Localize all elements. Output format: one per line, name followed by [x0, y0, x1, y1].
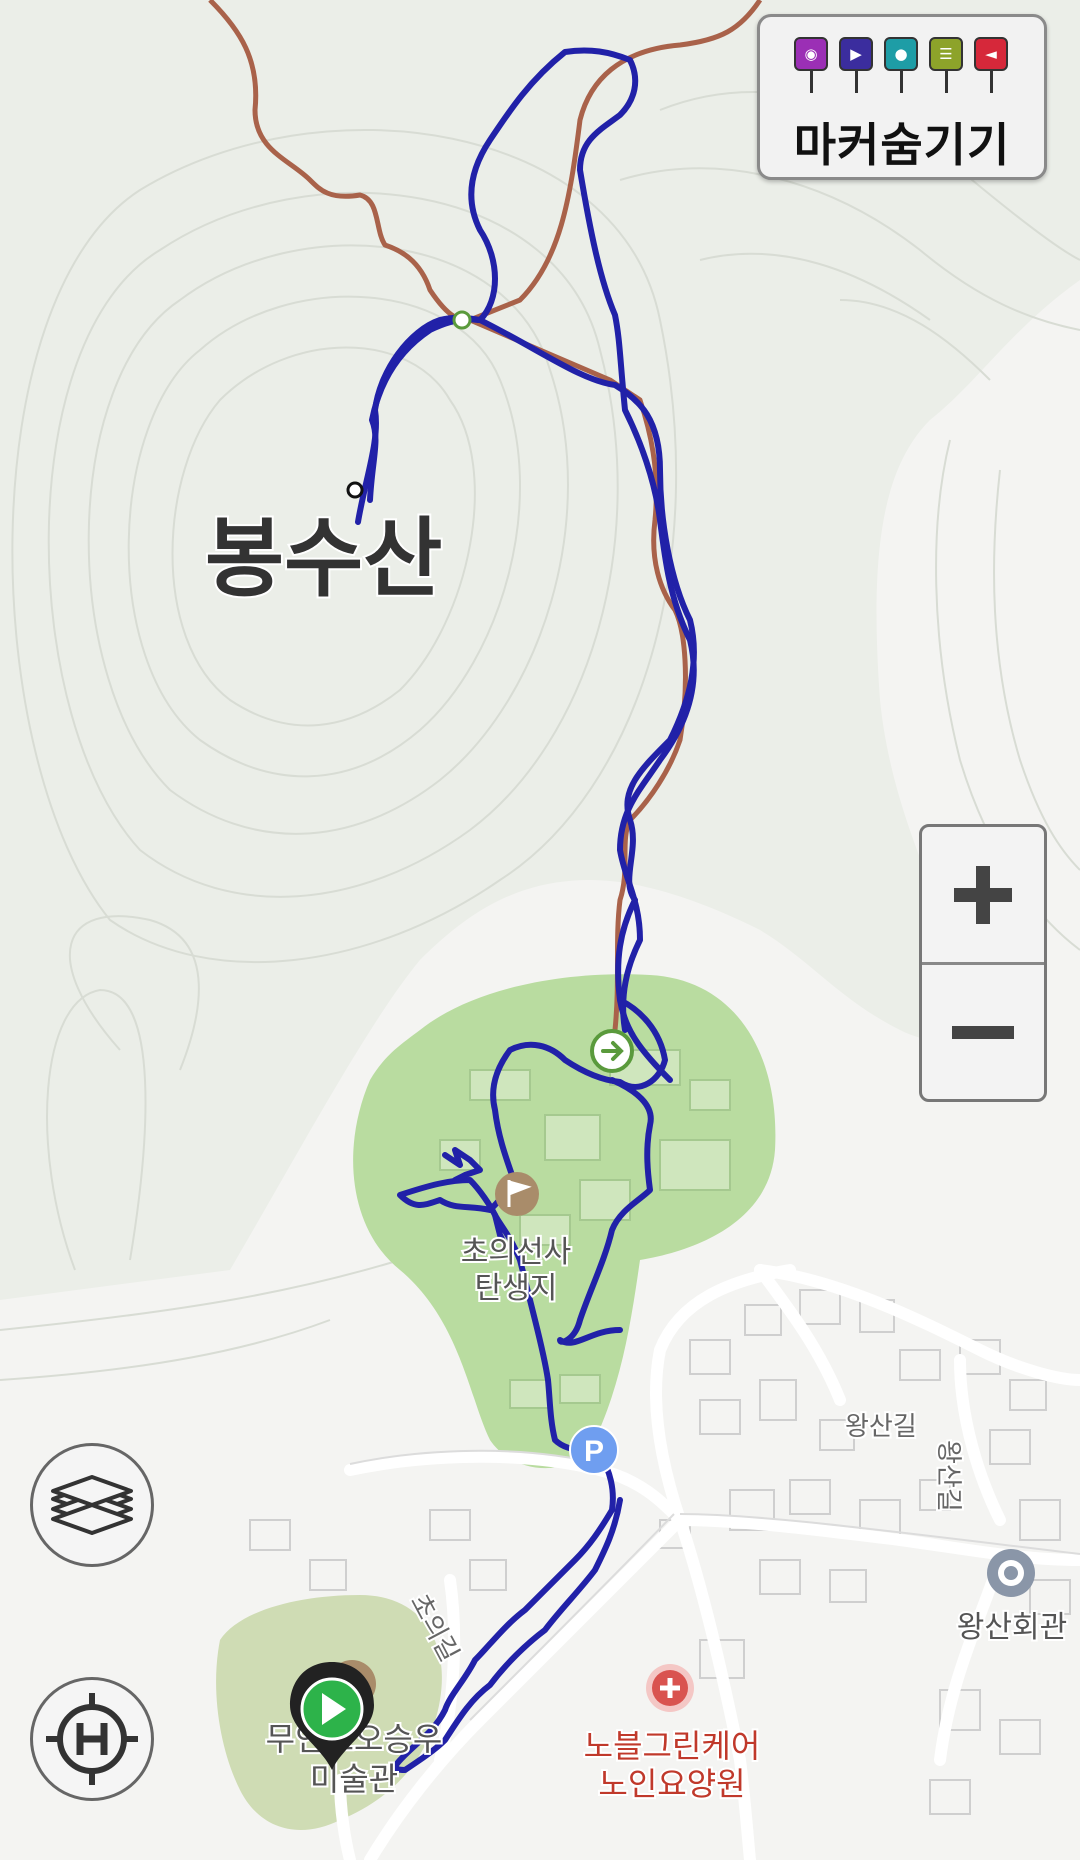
birthplace-label-line2: 탄생지 — [475, 1272, 558, 1305]
road-label-wangsan-gil-vertical: 왕산길 — [934, 1440, 964, 1512]
trail-map[interactable]: 봉수산 초의선사 탄생지 P 왕산길 왕산길 초의길 왕산회관 노블그린케어 노… — [0, 0, 1080, 1860]
home-location-button[interactable] — [30, 1677, 154, 1801]
community-hall-icon[interactable] — [987, 1549, 1035, 1597]
marker-hide-label: 마커숨기기 — [793, 119, 1011, 171]
zoom-out-button[interactable] — [922, 965, 1044, 1099]
birthplace-poi-icon[interactable] — [495, 1172, 539, 1216]
marker-hide-button[interactable]: ◉ ▶ ● ☰ ◄ 마커숨기기 — [757, 14, 1047, 180]
nursing-home-label-line2: 노인요양원 — [598, 1766, 745, 1802]
community-hall-label: 왕산회관 — [957, 1611, 1067, 1644]
peak-label: 봉수산 — [205, 511, 442, 607]
note-icon: ☰ — [929, 37, 963, 93]
plus-icon — [954, 865, 1012, 924]
microphone-icon: ● — [884, 37, 918, 93]
parking-label: P — [584, 1435, 604, 1468]
layers-icon — [51, 1475, 133, 1535]
flag-icon: ◄ — [974, 37, 1008, 93]
summit-point — [346, 481, 364, 499]
video-icon: ▶ — [839, 37, 873, 93]
hospital-icon[interactable] — [646, 1664, 694, 1712]
museum-label-line2: 미술관 — [310, 1761, 398, 1797]
layers-button[interactable] — [30, 1443, 154, 1567]
marker-pin-row: ◉ ▶ ● ☰ ◄ — [794, 37, 1014, 107]
parking-icon[interactable]: P — [569, 1425, 619, 1475]
zoom-in-button[interactable] — [922, 827, 1044, 965]
helipad-target-icon — [46, 1693, 138, 1785]
minus-icon — [952, 1025, 1014, 1039]
junction-point — [452, 310, 472, 330]
nursing-home-label-line1: 노블그린케어 — [584, 1728, 761, 1764]
birthplace-label-line1: 초의선사 — [461, 1236, 571, 1269]
trail-entrance-icon[interactable] — [590, 1029, 634, 1073]
zoom-control — [919, 824, 1047, 1102]
road-label-wangsan-gil: 왕산길 — [845, 1411, 917, 1441]
camera-icon: ◉ — [794, 37, 828, 93]
